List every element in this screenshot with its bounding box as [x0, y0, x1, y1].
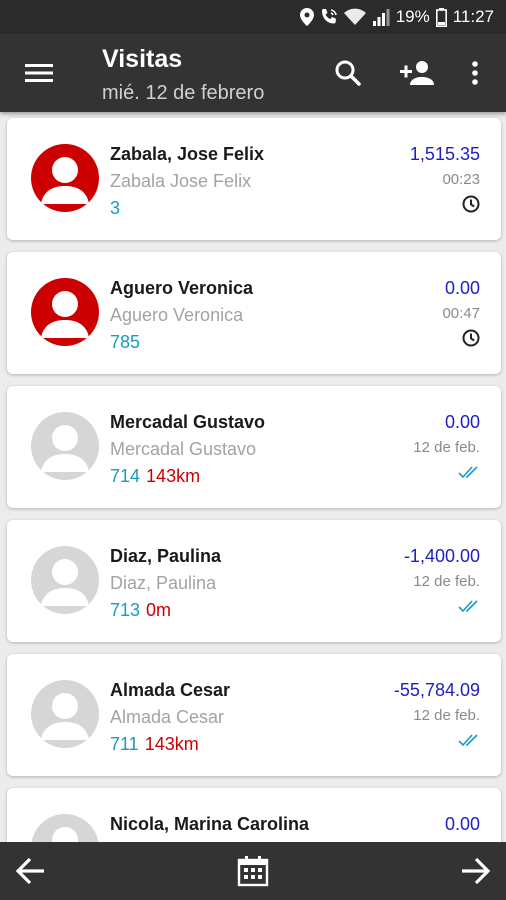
visit-list: Zabala, Jose Felix Zabala Jose Felix 3 1…: [0, 112, 506, 842]
wifi-call-icon: [321, 9, 337, 24]
battery-icon: [435, 7, 447, 27]
visit-card[interactable]: Almada Cesar Almada Cesar 711 143km -55,7…: [7, 654, 501, 776]
visit-card[interactable]: Zabala, Jose Felix Zabala Jose Felix 3 1…: [7, 118, 501, 240]
visit-amount: 1,515.35: [409, 144, 480, 164]
clock-icon: [462, 329, 480, 347]
visit-meta: 711 143km: [110, 734, 199, 755]
visit-alias: Almada Cesar: [110, 707, 225, 727]
visit-alias: Diaz, Paulina: [110, 573, 217, 593]
visit-amount: -1,400.00: [403, 546, 480, 566]
avatar-icon: [31, 546, 99, 614]
visit-code: 711: [110, 734, 139, 754]
page-title: Visitas: [102, 45, 183, 73]
visit-distance: 0m: [146, 600, 172, 620]
bottom-bar: [0, 842, 506, 900]
visit-distance: 143km: [144, 734, 199, 754]
visit-time: 12 de feb.: [413, 439, 480, 456]
calendar-icon[interactable]: [235, 853, 271, 889]
visit-amount: -55,784.09: [393, 680, 480, 700]
signal-icon: [372, 9, 390, 26]
menu-icon[interactable]: [22, 58, 56, 88]
visit-card[interactable]: Nicola, Marina Carolina 0.00: [7, 788, 501, 842]
location-icon: [299, 8, 314, 26]
avatar-icon: [31, 278, 99, 346]
visit-meta: 785: [110, 332, 140, 353]
visit-name: Almada Cesar: [110, 680, 231, 700]
double-check-icon: [458, 734, 478, 747]
visit-name: Aguero Veronica: [110, 278, 254, 298]
visit-amount: 0.00: [444, 412, 480, 432]
visit-meta: 3: [110, 198, 120, 219]
avatar-icon: [31, 412, 99, 480]
visit-name: Diaz, Paulina: [110, 546, 222, 566]
visit-card[interactable]: Aguero Veronica Aguero Veronica 785 0.00…: [7, 252, 501, 374]
avatar-icon: [31, 144, 99, 212]
clock-icon: [462, 195, 480, 213]
visit-code: 3: [110, 198, 121, 218]
visit-time: 12 de feb.: [413, 573, 480, 590]
visit-meta: 713 0m: [110, 600, 171, 621]
visit-time: 00:23: [442, 171, 480, 188]
visit-amount: 0.00: [444, 814, 480, 834]
visit-name: Mercadal Gustavo: [110, 412, 266, 432]
double-check-icon: [458, 600, 478, 613]
wifi-icon: [343, 8, 366, 25]
visit-name: Nicola, Marina Carolina: [110, 814, 310, 834]
more-vert-icon[interactable]: [458, 56, 492, 90]
search-icon[interactable]: [331, 56, 365, 90]
visit-meta: 714 143km: [110, 466, 200, 487]
arrow-forward-icon[interactable]: [458, 853, 494, 889]
battery-percent: 19%: [395, 7, 430, 26]
visit-code: 785: [110, 332, 141, 352]
arrow-back-icon[interactable]: [12, 853, 48, 889]
avatar-icon: [31, 814, 99, 842]
visit-alias: Aguero Veronica: [110, 305, 244, 325]
add-person-icon[interactable]: [397, 56, 435, 90]
status-bar: 19% 11:27: [0, 0, 506, 34]
app-bar: Visitas mié. 12 de febrero: [0, 34, 506, 112]
visit-code: 714: [110, 466, 141, 486]
page-subtitle: mié. 12 de febrero: [102, 82, 265, 104]
visit-code: 713: [110, 600, 141, 620]
visit-card[interactable]: Diaz, Paulina Diaz, Paulina 713 0m -1,400…: [7, 520, 501, 642]
visit-time: 12 de feb.: [413, 707, 480, 724]
avatar-icon: [31, 680, 99, 748]
clock-time: 11:27: [452, 7, 494, 26]
visit-alias: Mercadal Gustavo: [110, 439, 257, 459]
double-check-icon: [458, 466, 478, 479]
visit-time: 00:47: [442, 305, 480, 322]
visit-card[interactable]: Mercadal Gustavo Mercadal Gustavo 714 143…: [7, 386, 501, 508]
visit-distance: 143km: [146, 466, 201, 486]
visit-alias: Zabala Jose Felix: [110, 171, 252, 191]
visit-name: Zabala, Jose Felix: [110, 144, 265, 164]
visit-amount: 0.00: [444, 278, 480, 298]
